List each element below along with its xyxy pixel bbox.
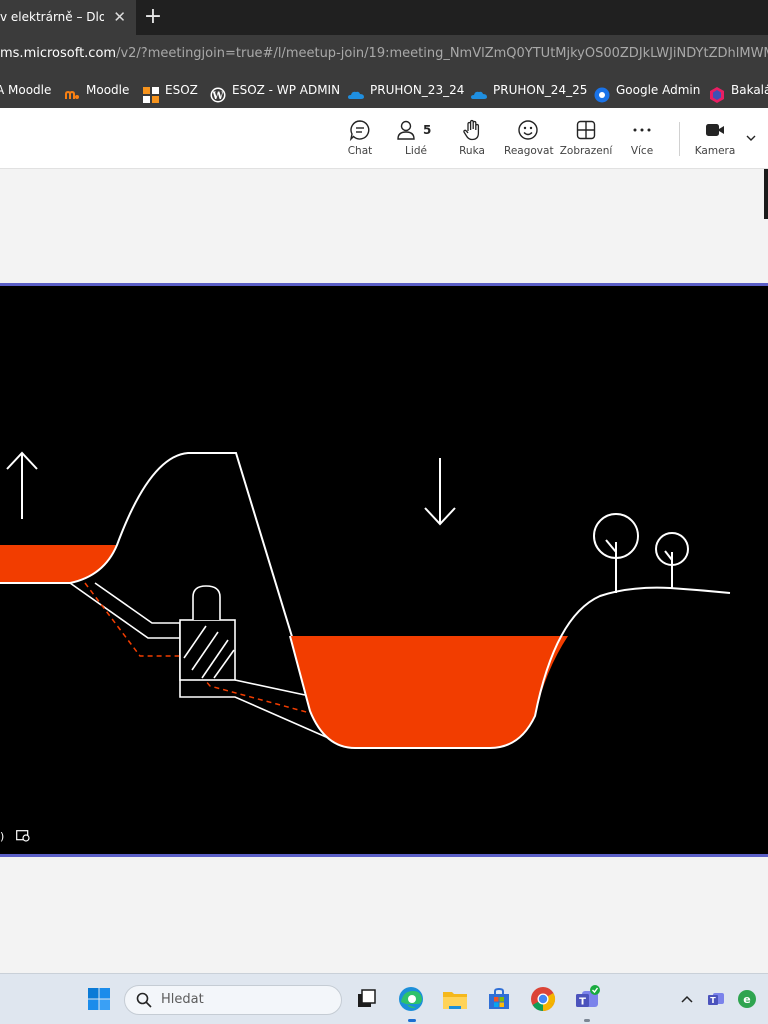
grid-view-icon: [558, 119, 614, 141]
bakalari-icon: [709, 82, 725, 103]
google-admin-icon: [594, 82, 610, 102]
chat-label: Chat: [347, 145, 373, 157]
react-button[interactable]: Reagovat: [504, 108, 554, 168]
bookmark-esoz[interactable]: ESOZ: [143, 73, 198, 108]
bookmark-label: A Moodle: [0, 83, 52, 97]
bookmark-label: Bakalář: [731, 83, 768, 97]
bookmark-pruhon-24-25[interactable]: PRUHON_24_25: [471, 73, 587, 108]
dam-outline: [0, 452, 319, 723]
bookmark-google-admin[interactable]: Google Admin: [594, 73, 700, 108]
teams-tray-icon[interactable]: T: [702, 985, 730, 1013]
arrow-down-icon: [424, 458, 456, 526]
bookmark-label: Google Admin: [616, 83, 701, 97]
people-count: 5: [423, 123, 432, 137]
edupage-tray-icon[interactable]: e: [733, 985, 761, 1013]
search-placeholder: Hledat: [161, 992, 204, 1007]
bookmark-bakalari[interactable]: Bakalář: [709, 73, 768, 108]
svg-text:T: T: [710, 996, 716, 1005]
more-dots-icon: [622, 119, 662, 141]
view-label: Zobrazení: [559, 145, 613, 157]
teams-icon[interactable]: T: [573, 985, 601, 1013]
chrome-icon[interactable]: [529, 985, 557, 1013]
turbine-housing: [179, 585, 236, 681]
browser-tab-active[interactable]: v elektrárně – Dlou ✕: [0, 0, 136, 35]
people-button[interactable]: Lidé 5: [396, 108, 436, 168]
windows-taskbar: Hledat T T e: [0, 973, 768, 1024]
chevron-up-icon[interactable]: [673, 985, 701, 1013]
tab-title: v elektrárně – Dlou: [0, 10, 104, 24]
close-tab-icon[interactable]: ✕: [113, 0, 126, 35]
task-view-icon[interactable]: [353, 985, 381, 1013]
teams-running-indicator: [584, 1019, 590, 1022]
screen-share-control-icon[interactable]: [16, 830, 30, 845]
svg-text:T: T: [579, 997, 586, 1008]
chat-button[interactable]: Chat: [338, 108, 382, 168]
shared-screen: ): [0, 283, 768, 857]
bookmark-esoz-wp-admin[interactable]: W ESOZ - WP ADMIN: [210, 73, 340, 108]
emoji-icon: [504, 119, 552, 141]
url-text[interactable]: ms.microsoft.com/v2/?meetingjoin=true#/l…: [0, 35, 768, 73]
bookmark-label: ESOZ - WP ADMIN: [232, 83, 341, 97]
view-button[interactable]: Zobrazení: [558, 108, 614, 168]
tree-icon: [593, 513, 639, 593]
bookmark-label: PRUHON_24_25: [493, 83, 588, 97]
address-bar[interactable]: ms.microsoft.com/v2/?meetingjoin=true#/l…: [0, 35, 768, 73]
url-path: /v2/?meetingjoin=true#/l/meetup-join/19:…: [116, 46, 768, 61]
bookmark-label: ESOZ: [165, 83, 198, 97]
microsoft-store-icon[interactable]: [485, 985, 513, 1013]
camera-label: Kamera: [694, 145, 736, 157]
wordpress-icon: W: [210, 82, 226, 102]
edge-browser-icon[interactable]: [397, 985, 425, 1013]
bookmarks-bar: A Moodle Moodle ESOZ W ESOZ - WP ADMIN PR…: [0, 73, 768, 108]
raise-hand-button[interactable]: Ruka: [452, 108, 492, 168]
camera-button[interactable]: Kamera: [690, 108, 740, 168]
moodle-icon: [64, 82, 80, 99]
hand-icon: [452, 119, 492, 141]
screen: v elektrárně – Dlou ✕ + ms.microsoft.com…: [0, 0, 768, 1024]
more-label: Více: [630, 145, 654, 157]
chat-icon: [338, 119, 382, 141]
bookmark-a-moodle[interactable]: A Moodle: [0, 73, 51, 108]
hand-label: Ruka: [459, 145, 485, 157]
pumped-storage-diagram: [0, 451, 731, 749]
url-host: ms.microsoft.com: [0, 46, 117, 61]
onedrive-icon: [348, 82, 364, 99]
new-tab-button[interactable]: +: [142, 2, 164, 32]
toolbar-separator: [679, 122, 680, 156]
esoz-icon: [143, 82, 159, 103]
svg-text:e: e: [743, 993, 750, 1006]
meeting-stage-top: [0, 169, 768, 283]
bookmark-label: Moodle: [86, 83, 130, 97]
meeting-stage-bottom: [0, 857, 768, 973]
bookmark-pruhon-23-24[interactable]: PRUHON_23_24: [348, 73, 464, 108]
camera-icon: [690, 119, 740, 141]
file-explorer-icon[interactable]: [441, 985, 469, 1013]
react-label: Reagovat: [504, 145, 554, 157]
meeting-toolbar: Chat Lidé 5 Ruka Reagovat Zobrazení Více…: [0, 108, 768, 169]
arrow-up-icon: [6, 451, 38, 519]
search-icon: [136, 992, 152, 1012]
share-control-left[interactable]: ): [0, 830, 4, 843]
onedrive-icon: [471, 82, 487, 99]
tree-icon: [655, 532, 689, 588]
edge-running-indicator: [408, 1019, 416, 1022]
upper-reservoir-water: [0, 545, 117, 583]
people-label: Lidé: [405, 145, 427, 157]
more-button[interactable]: Více: [622, 108, 662, 168]
bookmark-label: PRUHON_23_24: [370, 83, 465, 97]
taskbar-search-input[interactable]: Hledat: [124, 985, 342, 1015]
chevron-down-icon: [742, 132, 760, 144]
stage-scrollbar[interactable]: [764, 169, 768, 219]
camera-options-button[interactable]: [742, 108, 760, 168]
bookmark-moodle[interactable]: Moodle: [64, 73, 129, 108]
windows-start-icon[interactable]: [85, 985, 113, 1013]
browser-tab-strip: v elektrárně – Dlou ✕ +: [0, 0, 768, 35]
svg-text:W: W: [211, 91, 224, 102]
